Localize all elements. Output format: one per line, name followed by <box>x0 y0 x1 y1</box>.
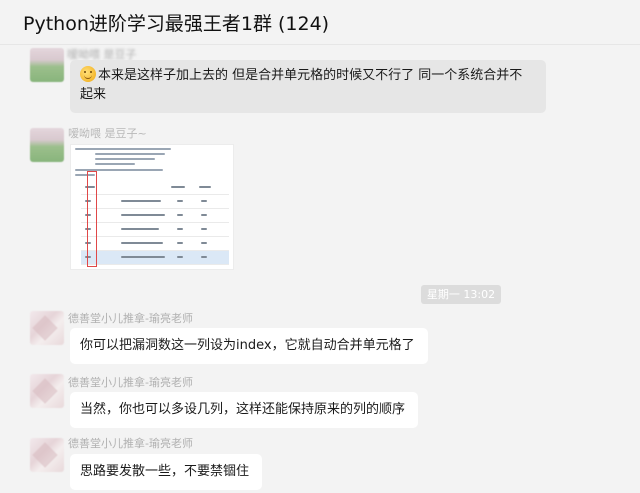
sender-name: 德善堂小儿推拿-瑜亮老师 <box>68 437 193 450</box>
message-text: 思路要发散一些，不要禁锢住 <box>80 464 250 479</box>
timestamp-chip: 星期一 13:02 <box>421 285 501 304</box>
sender-name: 德善堂小儿推拿-瑜亮老师 <box>68 312 193 325</box>
message-bubble[interactable]: 思路要发散一些，不要禁锢住 <box>70 454 262 490</box>
message-bubble[interactable]: 你可以把漏洞数这一列设为index，它就自动合并单元格了 <box>70 328 428 364</box>
message-bubble[interactable]: 当然，你也可以多设几列，这样还能保持原来的列的顺序 <box>70 392 418 428</box>
chat-title[interactable]: Python进阶学习最强王者1群 (124) <box>23 9 329 36</box>
sender-name: 德善堂小儿推拿-瑜亮老师 <box>68 376 193 389</box>
screenshot-image[interactable] <box>70 144 234 270</box>
message-text-cont: 起来 <box>80 87 107 102</box>
avatar[interactable] <box>30 128 64 162</box>
sender-name: 嗳呦喂 是豆子~ <box>68 127 147 140</box>
avatar[interactable] <box>30 311 64 345</box>
message-text: 本来是这样子加上去的 但是合并单元格的时候又不行了 同一个系统合并不 <box>98 68 523 83</box>
header-divider <box>0 44 640 45</box>
sweat-smile-emoji-icon <box>80 66 96 82</box>
message-text: 当然，你也可以多设几列，这样还能保持原来的列的顺序 <box>80 402 406 417</box>
avatar[interactable] <box>30 438 64 472</box>
avatar[interactable] <box>30 48 64 82</box>
message-text: 你可以把漏洞数这一列设为index，它就自动合并单元格了 <box>80 338 415 353</box>
table-thumbnail <box>81 181 229 265</box>
highlight-box <box>87 171 97 267</box>
avatar[interactable] <box>30 374 64 408</box>
chat-header: Python进阶学习最强王者1群 (124) <box>0 0 640 44</box>
message-bubble[interactable]: 本来是这样子加上去的 但是合并单元格的时候又不行了 同一个系统合并不 起来 <box>70 60 546 113</box>
